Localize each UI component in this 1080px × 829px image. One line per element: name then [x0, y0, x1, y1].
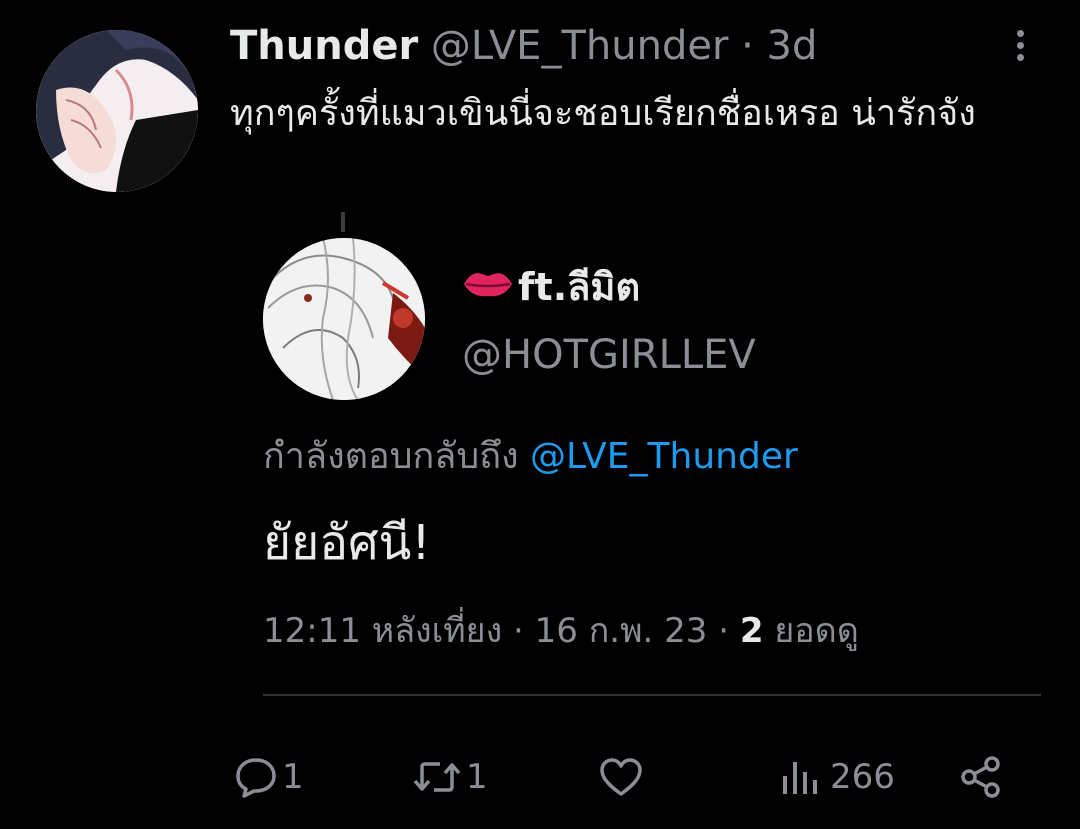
- tweet-meta: 12:11 หลังเที่ยง · 16 ก.พ. 23 · 2 ยอดดู: [263, 606, 859, 656]
- retweet-icon: [412, 757, 462, 797]
- reply-button[interactable]: 1: [234, 752, 304, 802]
- views-count: 266: [830, 757, 895, 797]
- reply-text: ยัยอัศนี!: [263, 515, 431, 571]
- tweet-header: Thunder @LVE_Thunder · 3d: [230, 22, 817, 70]
- avatar[interactable]: [36, 30, 198, 192]
- heart-icon: [598, 756, 644, 798]
- replying-mention[interactable]: @LVE_Thunder: [530, 436, 798, 477]
- tweet-text: ทุกๆครั้งที่แมวเขินนี่จะชอบเรียกชื่อเหรอ…: [230, 93, 976, 134]
- author-name[interactable]: Thunder: [230, 23, 418, 69]
- header-separator: ·: [741, 23, 754, 69]
- retweet-button[interactable]: 1: [412, 752, 488, 802]
- reply-avatar[interactable]: [263, 238, 425, 400]
- tweet-date[interactable]: 16 ก.พ. 23: [535, 611, 708, 651]
- reply-count: 1: [282, 757, 304, 797]
- reply-author-label: ft.ลีมิต: [518, 265, 641, 309]
- views-button[interactable]: 266: [778, 752, 895, 802]
- author-handle[interactable]: @LVE_Thunder: [431, 23, 728, 69]
- view-label: ยอดดู: [774, 611, 859, 651]
- thread-line: [341, 212, 345, 232]
- view-count: 2: [739, 611, 764, 651]
- reply-author-name[interactable]: ft.ลีมิต: [462, 262, 640, 312]
- tweet-age[interactable]: 3d: [767, 23, 818, 69]
- share-icon: [958, 755, 1004, 799]
- tweet-screen: Thunder @LVE_Thunder · 3d ทุกๆครั้งที่แม…: [0, 0, 1080, 829]
- kiss-mark-icon: [462, 262, 514, 312]
- divider: [263, 694, 1041, 696]
- replying-prefix: กำลังตอบกลับถึง: [263, 436, 519, 477]
- replying-to: กำลังตอบกลับถึง @LVE_Thunder: [263, 432, 798, 482]
- tweet-time[interactable]: 12:11 หลังเที่ยง: [263, 611, 502, 651]
- meta-separator: ·: [513, 611, 524, 651]
- like-button[interactable]: [598, 752, 644, 802]
- reply-author-handle[interactable]: @HOTGIRLLEV: [462, 330, 756, 380]
- more-icon[interactable]: [1006, 26, 1034, 66]
- meta-separator: ·: [718, 611, 730, 651]
- share-button[interactable]: [958, 752, 1004, 802]
- retweet-count: 1: [466, 757, 488, 797]
- analytics-icon: [778, 756, 826, 798]
- comment-icon: [234, 756, 278, 798]
